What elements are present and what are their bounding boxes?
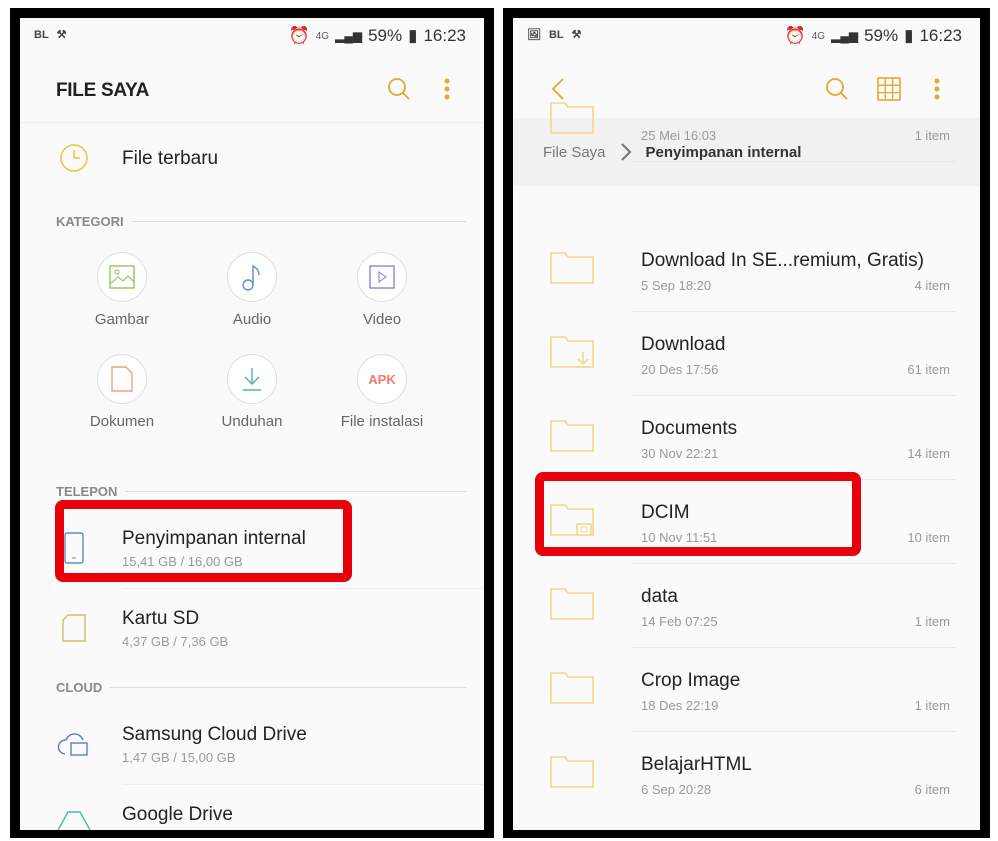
folder-date: 30 Nov 22:21 (641, 446, 719, 461)
category-audio[interactable]: Audio (197, 252, 307, 328)
folder-count: 1 item (914, 698, 950, 713)
folder-name: Crop Image (641, 670, 741, 691)
folder-icon (550, 672, 594, 704)
sd-card-item[interactable]: Kartu SD 4,37 GB / 7,36 GB (20, 592, 484, 662)
folder-date: 5 Sep 18:20 (641, 278, 712, 293)
samsung-cloud-item[interactable]: Samsung Cloud Drive 1,47 GB / 15,00 GB (20, 708, 484, 778)
app-bar: FILE SAYA (20, 58, 484, 118)
folder-name: BelajarHTML (641, 754, 752, 775)
folder-date: 20 Des 17:56 (641, 362, 719, 377)
category-gambar[interactable]: Gambar (67, 252, 177, 328)
folder-name: Documents (641, 418, 738, 439)
highlight-box (535, 472, 861, 556)
category-video[interactable]: Video (327, 252, 437, 328)
folder-count: 1 item (914, 614, 950, 629)
notification-icon: ⚒ (56, 29, 67, 41)
internal-storage-screen: 🖼 BL ⚒ ⏰ 4G ▂▄▆ 59% ▮ 16:23 File Saya Penyimpan… (513, 18, 980, 830)
battery-icon: ▮ (408, 26, 418, 45)
telepon-header: TELEPON (56, 484, 466, 499)
right-phone: 🖼 BL ⚒ ⏰ 4G ▂▄▆ 59% ▮ 16:23 File Saya Penyimpan… (503, 8, 990, 838)
folder-count: 1 item (914, 128, 950, 143)
notification-icon: ⚒ (571, 29, 582, 41)
music-note-icon (242, 264, 260, 291)
signal-icon: ▂▄▆ (831, 29, 859, 43)
folder-item[interactable]: Documents 30 Nov 22:21 14 item (513, 396, 980, 480)
category-header: KATEGORI (56, 214, 466, 229)
cloud-header: CLOUD (56, 680, 466, 695)
signal-icon: ▂▄▆ (335, 29, 363, 43)
download-icon (243, 368, 261, 391)
network-indicator: 4G (315, 30, 330, 42)
search-button[interactable] (384, 74, 414, 104)
image-icon (109, 265, 135, 289)
folder-count: 14 item (907, 446, 950, 461)
google-drive-item[interactable]: Google Drive (20, 788, 484, 830)
folder-item[interactable]: 25 Mei 16:03 1 item (513, 78, 980, 162)
search-icon (388, 78, 410, 100)
category-file-instalasi[interactable]: APK File instalasi (327, 354, 437, 430)
clock: 16:23 (423, 26, 466, 45)
folder-name: Download In SE...remium, Gratis) (641, 250, 924, 271)
folder-icon (550, 102, 594, 134)
folder-item[interactable]: Download In SE...remium, Gratis) 5 Sep 18… (513, 228, 980, 312)
download-folder-icon (550, 336, 594, 368)
left-phone: BL ⚒ ⏰ 4G ▂▄▆ 59% ▮ 16:23 FILE SAYA File terba… (10, 8, 494, 838)
google-drive-icon (57, 811, 91, 830)
cloud-icon (57, 733, 88, 756)
status-bar: BL ⚒ ⏰ 4G ▂▄▆ 59% ▮ 16:23 (20, 18, 484, 58)
clock-icon (60, 144, 88, 172)
folder-count: 6 item (914, 782, 950, 797)
recent-files-label: File terbaru (122, 148, 219, 169)
video-icon (369, 265, 395, 289)
page-title: FILE SAYA (56, 80, 150, 101)
sd-card-icon (62, 614, 86, 642)
alarm-icon: ⏰ (288, 26, 310, 45)
folder-icon (550, 588, 594, 620)
folder-date: 18 Des 22:19 (641, 698, 719, 713)
document-icon (111, 366, 133, 392)
folder-count: 10 item (907, 530, 950, 545)
folder-item[interactable]: Download 20 Des 17:56 61 item (513, 312, 980, 396)
battery-percent: 59% (368, 26, 403, 45)
folder-item[interactable]: Crop Image 18 Des 22:19 1 item (513, 648, 980, 732)
apk-icon: APK (368, 371, 396, 387)
folder-date: 25 Mei 16:03 (641, 128, 717, 143)
alarm-icon: ⏰ (784, 26, 806, 45)
status-bar: 🖼 BL ⚒ ⏰ 4G ▂▄▆ 59% ▮ 16:23 (527, 26, 962, 45)
more-options-button[interactable] (432, 74, 462, 104)
folder-icon (550, 756, 594, 788)
folder-count: 4 item (914, 278, 950, 293)
bl-indicator: BL (34, 28, 49, 41)
folder-name: data (641, 586, 678, 607)
recent-files-item[interactable]: File terbaru (20, 130, 484, 186)
category-dokumen[interactable]: Dokumen (67, 354, 177, 430)
folder-item[interactable]: data 14 Feb 07:25 1 item (513, 564, 980, 648)
folder-count: 61 item (907, 362, 950, 377)
gallery-icon: 🖼 (527, 29, 541, 41)
folder-name: Download (641, 334, 726, 355)
my-files-screen: BL ⚒ ⏰ 4G ▂▄▆ 59% ▮ 16:23 FILE SAYA File terba… (20, 18, 484, 830)
category-unduhan[interactable]: Unduhan (197, 354, 307, 430)
folder-date: 14 Feb 07:25 (641, 614, 718, 629)
folder-icon (550, 252, 594, 284)
folder-item[interactable]: BelajarHTML 6 Sep 20:28 6 item (513, 732, 980, 816)
highlight-box (55, 500, 352, 582)
more-vert-icon (444, 78, 450, 100)
folder-icon (550, 420, 594, 452)
battery-icon: ▮ (904, 26, 914, 45)
folder-date: 6 Sep 20:28 (641, 782, 712, 797)
